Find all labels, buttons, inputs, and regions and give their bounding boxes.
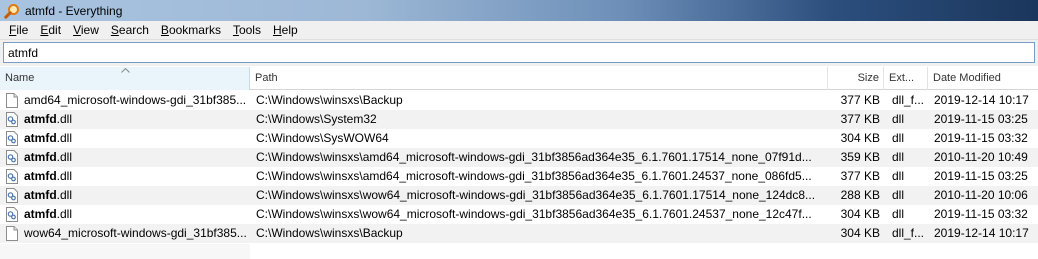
search-area xyxy=(0,40,1038,66)
file-date-modified: 2019-12-14 10:17 xyxy=(934,93,1029,107)
blank-file-icon xyxy=(6,93,18,108)
file-date-modified: 2019-11-15 03:32 xyxy=(934,131,1028,145)
window-title: atmfd - Everything xyxy=(25,3,123,18)
table-row[interactable]: atmfd.dll C:\Windows\winsxs\wow64_micros… xyxy=(0,205,1038,224)
file-name: atmfd.dll xyxy=(24,112,73,126)
table-row[interactable]: atmfd.dll C:\Windows\winsxs\wow64_micros… xyxy=(0,186,1038,205)
file-extension: dll_f... xyxy=(892,93,925,107)
menu-view[interactable]: View xyxy=(67,23,105,37)
table-row[interactable]: wow64_microsoft-windows-gdi_31bf385... C… xyxy=(0,224,1038,243)
file-name: atmfd.dll xyxy=(24,169,73,183)
search-input[interactable] xyxy=(3,42,1035,63)
file-date-modified: 2010-11-20 10:49 xyxy=(934,150,1028,164)
dll-file-icon xyxy=(6,112,18,127)
file-name: atmfd.dll xyxy=(24,131,73,145)
file-extension: dll xyxy=(892,169,905,183)
menu-bookmarks[interactable]: Bookmarks xyxy=(155,23,227,37)
menu-tools[interactable]: Tools xyxy=(227,23,267,37)
file-name: atmfd.dll xyxy=(24,207,73,221)
file-extension: dll xyxy=(892,207,905,221)
file-size: 304 KB xyxy=(840,226,880,240)
file-extension: dll_f... xyxy=(892,226,925,240)
table-row[interactable]: atmfd.dll C:\Windows\System32 377 KB dll… xyxy=(0,110,1038,129)
menu-help[interactable]: Help xyxy=(267,23,304,37)
title-bar[interactable]: atmfd - Everything xyxy=(0,0,1038,21)
menu-search[interactable]: Search xyxy=(105,23,155,37)
file-extension: dll xyxy=(892,188,905,202)
file-date-modified: 2019-11-15 03:25 xyxy=(934,169,1028,183)
column-header-size[interactable]: Size xyxy=(828,67,884,90)
column-header-date-modified[interactable]: Date Modified xyxy=(928,67,1038,90)
file-size: 377 KB xyxy=(840,112,880,126)
dll-file-icon xyxy=(6,150,18,165)
menu-bar: File Edit View Search Bookmarks Tools He… xyxy=(0,21,1038,40)
file-path: C:\Windows\winsxs\wow64_microsoft-window… xyxy=(256,207,812,221)
file-path: C:\Windows\SysWOW64 xyxy=(256,131,389,145)
file-extension: dll xyxy=(892,131,905,145)
file-size: 288 KB xyxy=(840,188,880,202)
dll-file-icon xyxy=(6,207,18,222)
file-size: 304 KB xyxy=(840,131,880,145)
column-header-name[interactable]: Name xyxy=(0,67,250,90)
file-size: 377 KB xyxy=(840,93,880,107)
file-size: 359 KB xyxy=(840,150,880,164)
magnifier-icon xyxy=(4,3,20,19)
file-path: C:\Windows\winsxs\Backup xyxy=(256,226,403,240)
file-name: amd64_microsoft-windows-gdi_31bf385... xyxy=(24,93,247,107)
dll-file-icon xyxy=(6,188,18,203)
results-list: amd64_microsoft-windows-gdi_31bf385... C… xyxy=(0,91,1038,243)
file-path: C:\Windows\winsxs\wow64_microsoft-window… xyxy=(256,188,816,202)
menu-edit[interactable]: Edit xyxy=(34,23,67,37)
file-extension: dll xyxy=(892,112,905,126)
column-header-extension[interactable]: Ext... xyxy=(884,67,928,90)
table-row[interactable]: atmfd.dll C:\Windows\winsxs\amd64_micros… xyxy=(0,148,1038,167)
column-header-path[interactable]: Path xyxy=(250,67,828,90)
file-date-modified: 2019-11-15 03:25 xyxy=(934,112,1028,126)
file-name: wow64_microsoft-windows-gdi_31bf385... xyxy=(24,226,247,240)
menu-file[interactable]: File xyxy=(3,23,34,37)
dll-file-icon xyxy=(6,169,18,184)
status-strip xyxy=(0,244,250,259)
file-name: atmfd.dll xyxy=(24,188,73,202)
file-path: C:\Windows\System32 xyxy=(256,112,377,126)
file-name: atmfd.dll xyxy=(24,150,73,164)
table-row[interactable]: atmfd.dll C:\Windows\winsxs\amd64_micros… xyxy=(0,167,1038,186)
file-date-modified: 2019-12-14 10:17 xyxy=(934,226,1029,240)
file-size: 377 KB xyxy=(840,169,880,183)
blank-file-icon xyxy=(6,226,18,241)
table-row[interactable]: amd64_microsoft-windows-gdi_31bf385... C… xyxy=(0,91,1038,110)
file-date-modified: 2010-11-20 10:06 xyxy=(934,188,1028,202)
file-date-modified: 2019-11-15 03:32 xyxy=(934,207,1028,221)
dll-file-icon xyxy=(6,131,18,146)
file-extension: dll xyxy=(892,150,905,164)
table-row[interactable]: atmfd.dll C:\Windows\SysWOW64 304 KB dll… xyxy=(0,129,1038,148)
file-path: C:\Windows\winsxs\amd64_microsoft-window… xyxy=(256,169,812,183)
file-path: C:\Windows\winsxs\amd64_microsoft-window… xyxy=(256,150,812,164)
sort-ascending-icon xyxy=(121,67,130,82)
file-size: 304 KB xyxy=(840,207,880,221)
column-header: Name Path Size Ext... Date Modified xyxy=(0,67,1038,90)
file-path: C:\Windows\winsxs\Backup xyxy=(256,93,403,107)
